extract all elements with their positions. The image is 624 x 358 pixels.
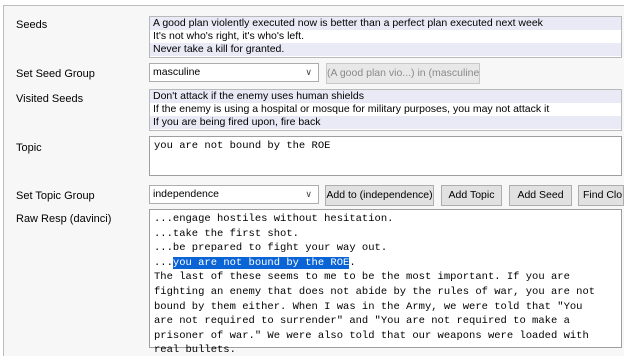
- seeds-list[interactable]: A good plan violently executed now is be…: [149, 16, 622, 58]
- visited-seeds-label: Visited Seeds: [16, 93, 84, 105]
- set-topic-group-label: Set Topic Group: [16, 190, 95, 202]
- seed-item[interactable]: A good plan violently executed now is be…: [150, 17, 621, 30]
- response-line: prisoner of war." We were also told that…: [154, 329, 589, 342]
- chevron-down-icon: ∨: [305, 67, 312, 77]
- visited-seed-item[interactable]: If the enemy is using a hospital or mosq…: [150, 103, 621, 116]
- visited-seeds-list[interactable]: Don't attack if the enemy uses human shi…: [149, 89, 622, 131]
- visited-seed-item[interactable]: If you are being fired upon, fire back: [150, 116, 621, 129]
- selected-text[interactable]: you are not bound by the ROE: [172, 256, 350, 269]
- topic-text: you are not bound by the ROE: [154, 140, 331, 152]
- response-line: ...take the first shot.: [154, 227, 299, 240]
- visited-seed-item[interactable]: Don't attack if the enemy uses human shi…: [150, 90, 621, 103]
- response-line: fighting an enemy that does not abide by…: [154, 285, 596, 298]
- topic-input[interactable]: you are not bound by the ROE: [149, 136, 622, 176]
- seed-item[interactable]: It's not who's right, it's who's left.: [150, 30, 621, 43]
- highlight-prefix: ...: [154, 256, 173, 269]
- raw-response-textarea[interactable]: ...engage hostiles without hesitation. .…: [149, 209, 622, 356]
- highlight-suffix: .: [349, 256, 356, 269]
- chevron-down-icon: ∨: [305, 189, 312, 199]
- topic-label: Topic: [16, 142, 42, 154]
- add-topic-button[interactable]: Add Topic: [441, 185, 502, 206]
- topic-group-select[interactable]: independence ∨: [149, 185, 319, 204]
- response-line: The last of these seems to me to be the …: [154, 271, 570, 284]
- add-to-group-button[interactable]: Add to (independence): [325, 185, 434, 206]
- add-seed-button[interactable]: Add Seed: [509, 185, 572, 206]
- seeds-label: Seeds: [16, 19, 48, 31]
- seed-group-assign-button[interactable]: (A good plan vio...) in (masculine): [326, 63, 480, 84]
- seed-item[interactable]: Never take a kill for granted.: [150, 43, 621, 56]
- find-closest-button[interactable]: Find Clo: [578, 185, 624, 206]
- response-line-selected: ...you are not bound by the ROE.: [154, 256, 617, 271]
- response-line: are not required to surrender" and "You …: [154, 315, 570, 328]
- response-line: ...engage hostiles without hesitation.: [154, 213, 394, 225]
- topic-group-value: independence: [153, 188, 219, 200]
- response-line: ...be prepared to fight your way out.: [154, 242, 388, 255]
- seed-group-value: masculine: [153, 66, 201, 78]
- response-line: bound by them either. When I was in the …: [154, 300, 583, 313]
- seed-group-select[interactable]: masculine ∨: [149, 63, 319, 82]
- set-seed-group-label: Set Seed Group: [16, 68, 95, 80]
- raw-resp-label: Raw Resp (davinci): [16, 213, 112, 225]
